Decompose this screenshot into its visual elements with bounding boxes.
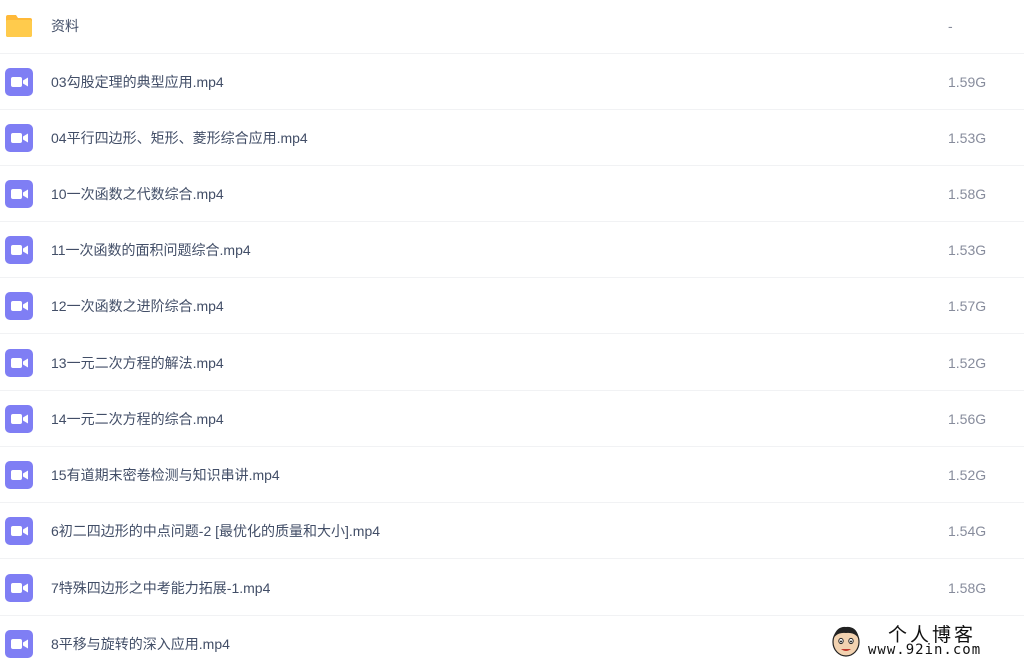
watermark-url: www.92in.com	[868, 642, 982, 658]
file-name: 03勾股定理的典型应用.mp4	[51, 74, 224, 90]
video-file-icon	[5, 517, 33, 545]
folder-icon	[6, 15, 32, 37]
file-size: 1.57G	[948, 298, 987, 314]
file-name: 11一次函数的面积问题综合.mp4	[51, 242, 251, 258]
file-size: -	[948, 18, 953, 34]
file-name: 7特殊四边形之中考能力拓展-1.mp4	[51, 580, 271, 596]
file-name: 资料	[51, 18, 79, 34]
video-file-icon	[5, 574, 33, 602]
file-row[interactable]: 7特殊四边形之中考能力拓展-1.mp4 1.58G	[0, 560, 1024, 616]
file-size: 1.56G	[948, 411, 987, 427]
file-row[interactable]: 6初二四边形的中点问题-2 [最优化的质量和大小].mp4 1.54G	[0, 503, 1024, 559]
video-file-icon	[5, 461, 33, 489]
video-file-icon	[5, 349, 33, 377]
file-size: 1.52G	[948, 355, 987, 371]
file-name: 12一次函数之进阶综合.mp4	[51, 298, 224, 314]
file-name: 6初二四边形的中点问题-2 [最优化的质量和大小].mp4	[51, 523, 381, 539]
video-file-icon	[5, 292, 33, 320]
file-row[interactable]: 14一元二次方程的综合.mp4 1.56G	[0, 391, 1024, 447]
file-size: 1.58G	[948, 186, 987, 202]
file-size: 1.52G	[948, 467, 987, 483]
file-size: 1.53G	[948, 242, 987, 258]
file-row[interactable]: 12一次函数之进阶综合.mp4 1.57G	[0, 278, 1024, 334]
video-file-icon	[5, 630, 33, 658]
file-row[interactable]: 15有道期末密卷检测与知识串讲.mp4 1.52G	[0, 447, 1024, 503]
file-row[interactable]: 03勾股定理的典型应用.mp4 1.59G	[0, 54, 1024, 110]
folder-row[interactable]: 资料 -	[0, 0, 1024, 54]
file-row[interactable]: 13一元二次方程的解法.mp4 1.52G	[0, 335, 1024, 391]
video-file-icon	[5, 68, 33, 96]
file-name: 15有道期末密卷检测与知识串讲.mp4	[51, 467, 280, 483]
file-row[interactable]: 10一次函数之代数综合.mp4 1.58G	[0, 166, 1024, 222]
file-name: 14一元二次方程的综合.mp4	[51, 411, 224, 427]
file-row[interactable]: 11一次函数的面积问题综合.mp4 1.53G	[0, 222, 1024, 278]
file-name: 04平行四边形、矩形、菱形综合应用.mp4	[51, 130, 308, 146]
file-size: 1.59G	[948, 74, 987, 90]
blog-watermark: 个人博客 www.92in.com	[824, 619, 1024, 663]
file-name: 10一次函数之代数综合.mp4	[51, 186, 224, 202]
mascot-face-icon	[832, 626, 860, 657]
file-list: 资料 - 03勾股定理的典型应用.mp4 1.59G 04平行四边形、矩形、菱形…	[0, 0, 1024, 663]
video-file-icon	[5, 405, 33, 433]
video-file-icon	[5, 236, 33, 264]
file-size: 1.54G	[948, 523, 987, 539]
video-file-icon	[5, 180, 33, 208]
file-row[interactable]: 04平行四边形、矩形、菱形综合应用.mp4 1.53G	[0, 110, 1024, 166]
file-size: 1.53G	[948, 130, 987, 146]
file-size: 1.58G	[948, 580, 987, 596]
file-name: 8平移与旋转的深入应用.mp4	[51, 636, 230, 652]
video-file-icon	[5, 124, 33, 152]
file-name: 13一元二次方程的解法.mp4	[51, 355, 224, 371]
